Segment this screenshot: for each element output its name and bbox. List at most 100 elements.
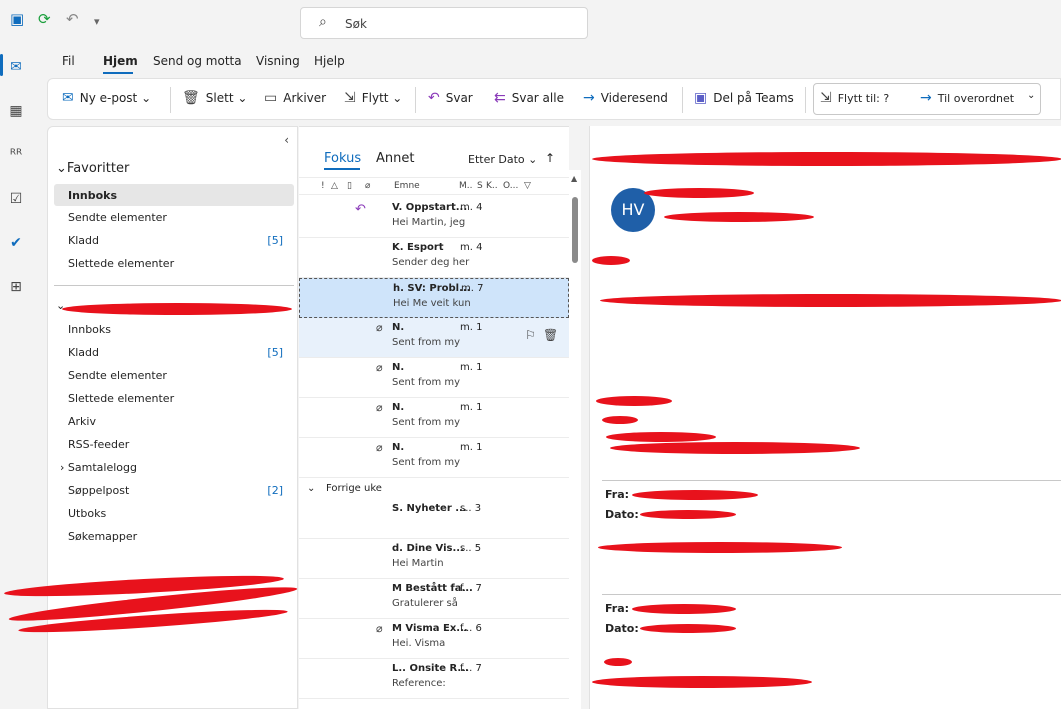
group-header-previous-week[interactable]: ⌄ Forrige uke (299, 479, 569, 499)
tasks-icon[interactable]: ☑ (5, 188, 27, 210)
menu-file[interactable]: Fil (62, 54, 75, 68)
quick-access-dropdown-icon[interactable]: ▾ (94, 12, 100, 32)
list-item[interactable]: ↶ V. Oppstart... m. 4 Hei Martin, jeg (299, 198, 569, 238)
redacted-body (600, 294, 1061, 307)
fav-inbox[interactable]: Innboks (68, 189, 117, 202)
delete-icon[interactable]: 🗑 (543, 328, 558, 342)
delete-button[interactable]: 🗑 Slett ⌄ (182, 90, 247, 106)
list-item[interactable]: L.. Onsite R... f... 7 Reference: (299, 659, 569, 699)
filter-column-icon[interactable]: ▽ (524, 181, 531, 191)
list-item-sender: N. (392, 402, 405, 413)
tab-focused[interactable]: Fokus (324, 151, 361, 166)
message-list-scrollbar[interactable]: ▲ (569, 170, 581, 709)
divider (805, 87, 806, 113)
folder-rss[interactable]: RSS-feeder (68, 438, 129, 451)
forward-button[interactable]: → Videresend (583, 90, 668, 106)
importance-column-icon[interactable]: ! (321, 181, 325, 191)
list-item[interactable]: K. Esport m. 4 Sender deg her (299, 238, 569, 278)
reply-all-icon: ⇇ (494, 90, 506, 106)
reply-button[interactable]: ↶ Svar (428, 90, 473, 106)
todo-icon[interactable]: ✔ (5, 232, 27, 254)
tab-other[interactable]: Annet (376, 151, 414, 166)
menu-send-receive[interactable]: Send og motta (153, 54, 242, 68)
teams-icon: ▣ (694, 90, 708, 106)
folder-search[interactable]: Søkemapper (68, 530, 137, 543)
redacted-body (604, 658, 632, 666)
reminder-column-icon[interactable]: △ (331, 181, 338, 191)
attachment-icon: ⌀ (376, 622, 383, 635)
scrollbar-thumb[interactable] (572, 197, 578, 263)
list-item[interactable]: ⌀ N. m. 1 Sent from my (299, 398, 569, 438)
fav-drafts[interactable]: Kladd (68, 234, 99, 247)
list-item[interactable]: ⌀ N. m. 1 Sent from my ⚐ 🗑 (299, 318, 569, 358)
flag-icon[interactable]: ⚐ (525, 328, 536, 342)
divider (682, 87, 683, 113)
list-item-preview: Sender deg her (392, 257, 470, 268)
mail-icon[interactable]: ✉ (5, 56, 27, 78)
redacted-body (592, 676, 812, 688)
calendar-icon[interactable]: ▦ (5, 100, 27, 122)
fav-deleted[interactable]: Slettede elementer (68, 257, 174, 270)
menu-help[interactable]: Hjelp (314, 54, 345, 68)
list-item[interactable]: d. Dine Vis... s.. 5 Hei Martin (299, 539, 569, 579)
folder-deleted[interactable]: Slettede elementer (68, 392, 174, 405)
search-box[interactable]: ⌕ Søk (300, 7, 588, 39)
to-manager-quickstep[interactable]: → Til overordnet (920, 90, 1014, 106)
column-subject[interactable]: Emne (394, 181, 420, 191)
column-s[interactable]: S (477, 181, 483, 191)
list-item-date: m. 1 (460, 442, 483, 453)
group-label: Forrige uke (326, 483, 382, 494)
active-indicator (0, 54, 3, 76)
list-item-sender: N. (392, 322, 405, 333)
column-k[interactable]: K.. (486, 181, 498, 191)
menu-home[interactable]: Hjem (103, 54, 138, 68)
redacted-date (640, 624, 736, 633)
app-rail: ✉ ▦ ᴿᴿ ☑ ✔ ⊞ (0, 44, 33, 709)
folder-conversation-history[interactable]: › Samtalelogg (60, 461, 137, 474)
tab-underline (324, 168, 360, 170)
reply-all-button[interactable]: ⇇ Svar alle (494, 90, 564, 106)
menu-view[interactable]: Visning (256, 54, 300, 68)
folder-outbox[interactable]: Utboks (68, 507, 106, 520)
list-item-selected[interactable]: h. SV: Probl... m. 7 Hei Me veit kun (299, 278, 569, 318)
new-email-button[interactable]: ✉ Ny e-post ⌄ (62, 90, 151, 106)
folder-junk[interactable]: Søppelpost (68, 484, 129, 497)
sync-icon[interactable]: ⟳ (38, 9, 51, 29)
type-column-icon[interactable]: ▯ (347, 181, 352, 191)
folder-archive[interactable]: Arkiv (68, 415, 96, 428)
favorites-header[interactable]: ⌄Favoritter (56, 161, 129, 176)
people-icon[interactable]: ᴿᴿ (5, 144, 27, 166)
list-item[interactable]: ⌀ N. m. 1 Sent from my (299, 438, 569, 478)
list-item[interactable]: M Bestått fa... f... 7 Gratulerer så (299, 579, 569, 619)
attachment-icon: ⌀ (376, 361, 383, 374)
search-placeholder: Søk (345, 17, 367, 31)
column-m[interactable]: M.. (459, 181, 473, 191)
folder-drafts[interactable]: Kladd (68, 346, 99, 359)
attachment-column-icon[interactable]: ⌀ (365, 181, 370, 191)
folder-sent[interactable]: Sendte elementer (68, 369, 167, 382)
undo-icon[interactable]: ↶ (66, 9, 79, 29)
archive-icon: ▭ (264, 90, 278, 106)
sort-direction-icon[interactable]: ↑ (545, 151, 555, 165)
menu-bar: Fil Hjem Send og motta Visning Hjelp (33, 44, 1061, 76)
list-item[interactable]: ⌀ N. m. 1 Sent from my (299, 358, 569, 398)
move-to-quickstep[interactable]: ⇲ Flytt til: ? (820, 90, 889, 106)
list-item[interactable]: S. Nyheter ... s.. 3 (299, 499, 569, 539)
share-teams-button[interactable]: ▣ Del på Teams (694, 90, 794, 106)
sort-dropdown[interactable]: Etter Dato ⌄ (468, 153, 537, 166)
apps-icon[interactable]: ⊞ (5, 276, 27, 298)
fav-sent[interactable]: Sendte elementer (68, 211, 167, 224)
archive-button[interactable]: ▭ Arkiver (264, 90, 326, 106)
list-item-date: m. 1 (460, 362, 483, 373)
collapse-pane-icon[interactable]: ‹ (284, 133, 289, 147)
folder-inbox[interactable]: Innboks (68, 323, 111, 336)
list-item-preview: Sent from my (392, 417, 461, 428)
divider (602, 480, 1061, 481)
quick-steps-dropdown-icon[interactable]: ⌄ (1027, 90, 1035, 101)
redacted-sender (644, 188, 754, 198)
column-o[interactable]: O... (503, 181, 518, 191)
move-button[interactable]: ⇲ Flytt ⌄ (344, 90, 402, 106)
list-item-sender: d. Dine Vis... (392, 543, 464, 554)
scroll-up-icon[interactable]: ▲ (571, 174, 577, 183)
list-item[interactable]: ⌀ M Visma Ex... f... 6 Hei. Visma (299, 619, 569, 659)
